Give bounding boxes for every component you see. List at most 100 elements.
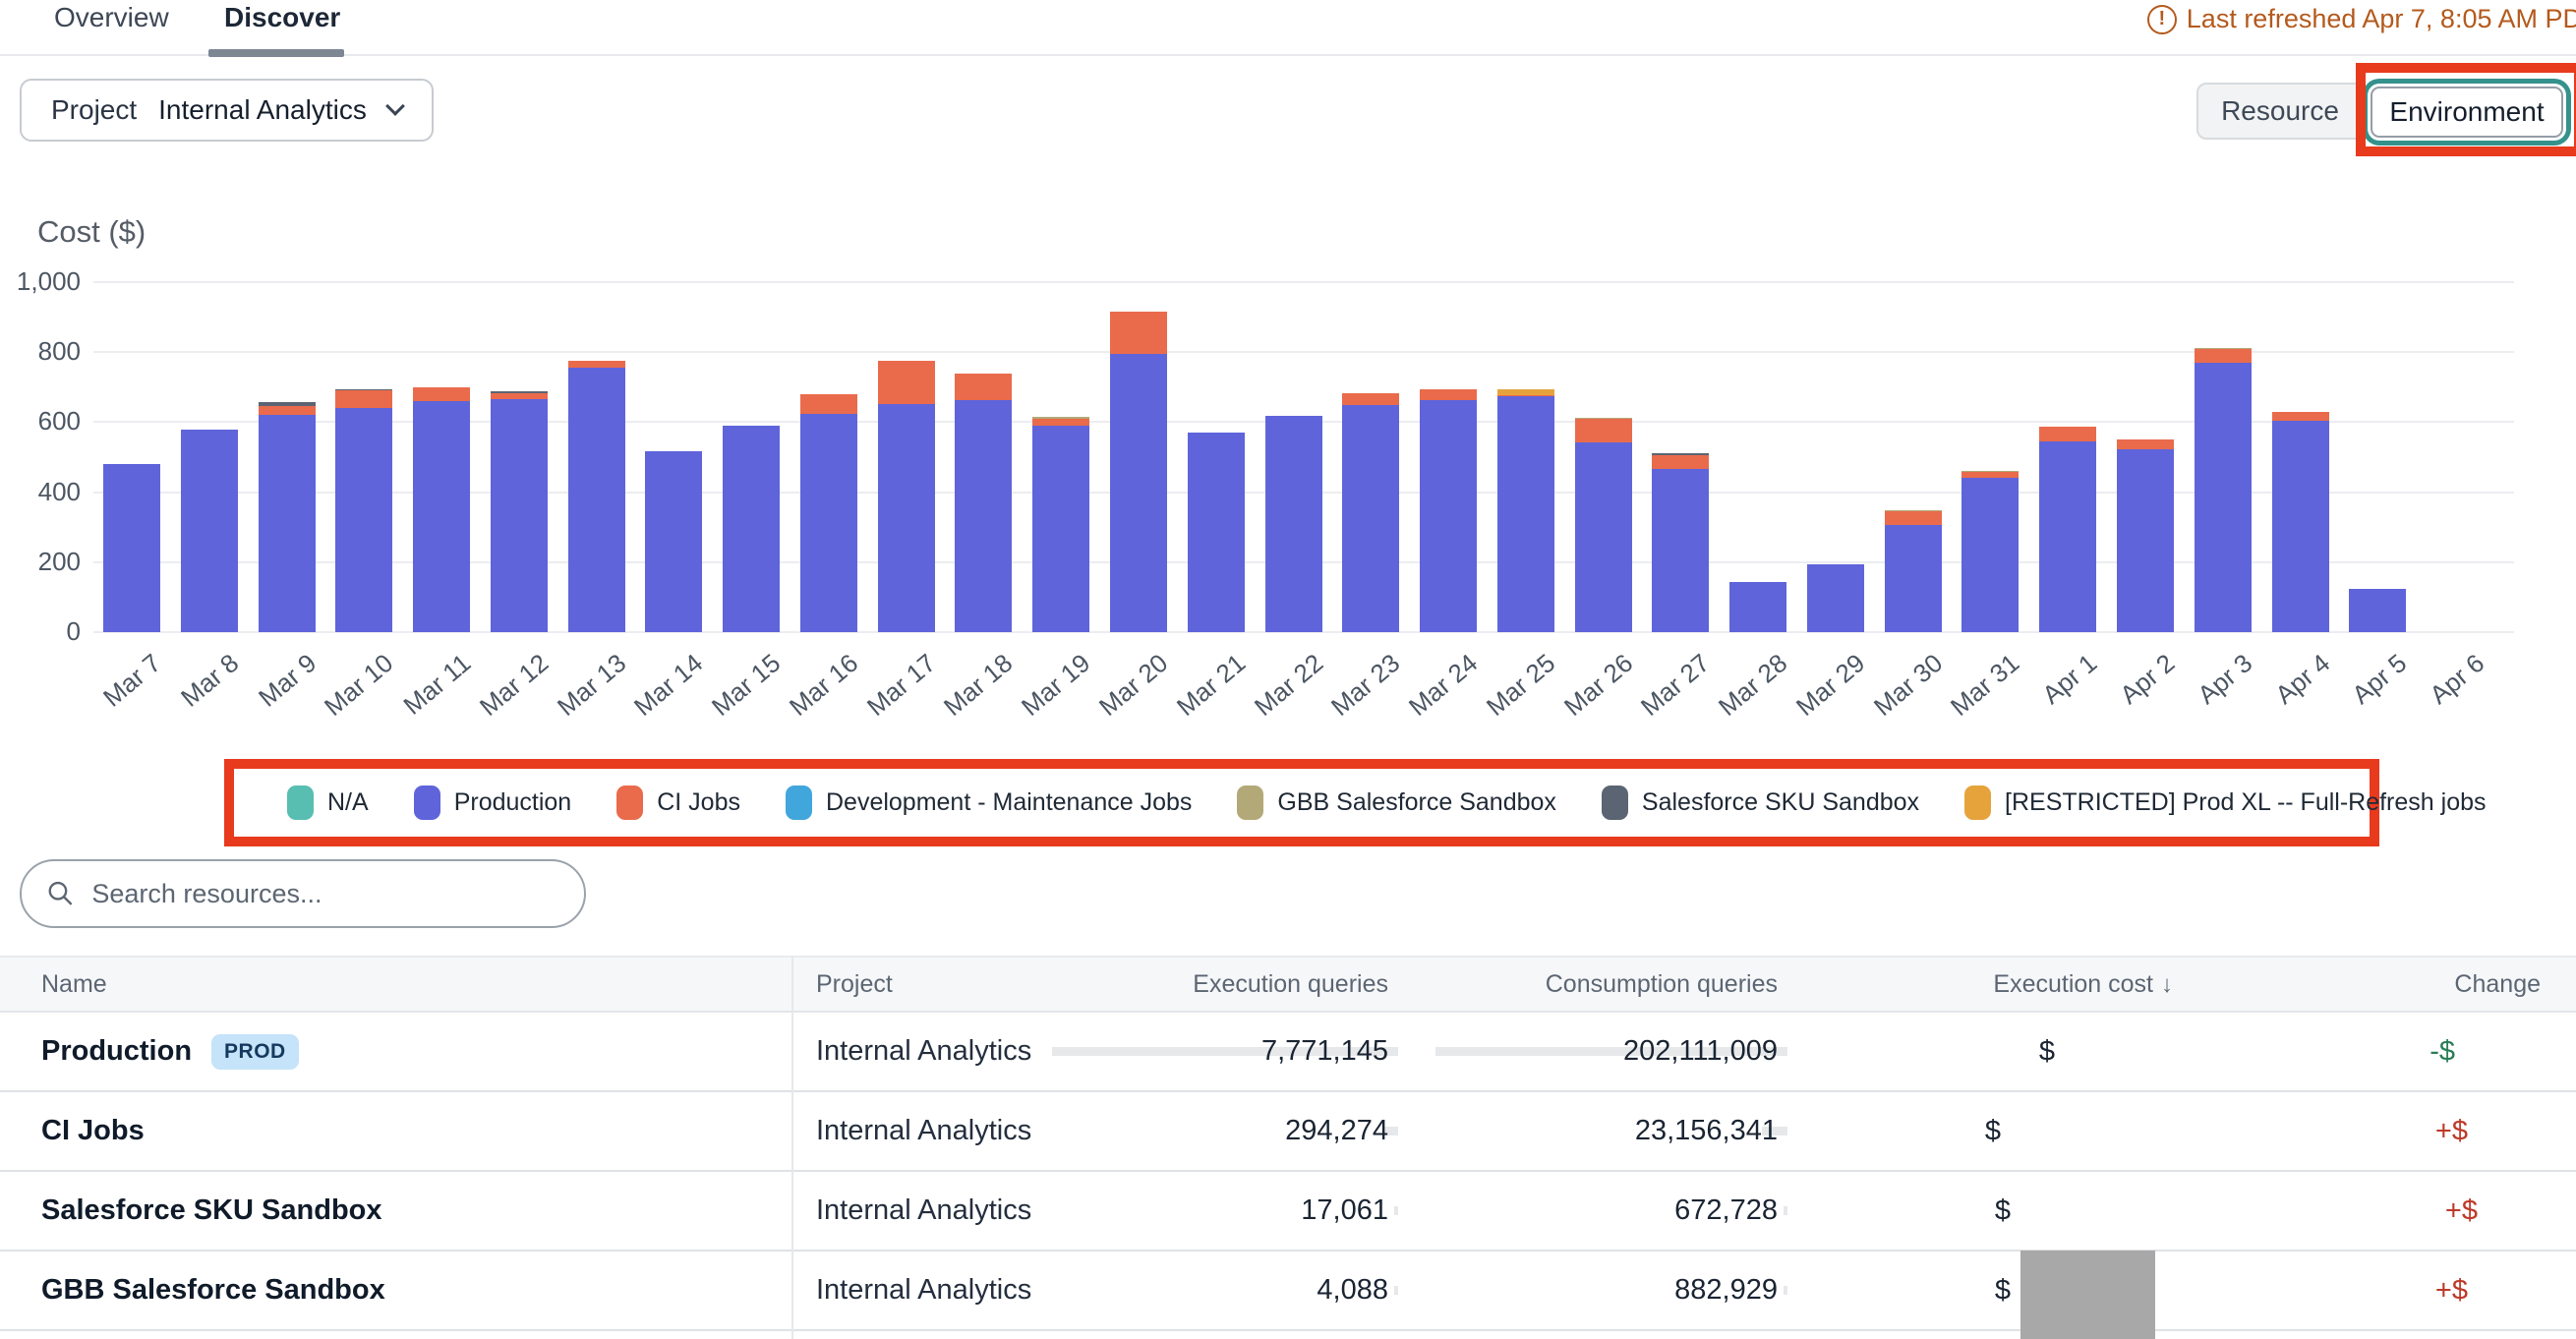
bar-apr-3[interactable] (2195, 348, 2252, 632)
bar-mar-23[interactable] (1342, 393, 1399, 632)
bar-mar-14[interactable] (645, 451, 702, 632)
bar-mar-21[interactable] (1188, 433, 1245, 632)
legend-label: GBB Salesforce Sandbox (1277, 788, 1556, 817)
bar-mar-24[interactable] (1420, 389, 1477, 632)
chevron-down-icon (385, 96, 405, 116)
table-column-divider (791, 956, 793, 1339)
resource-name[interactable]: Salesforce SKU Sandbox (41, 1194, 382, 1227)
bar-mar-22[interactable] (1265, 416, 1322, 632)
bar-mar-8[interactable] (181, 430, 238, 632)
chart-legend: N/A Production CI Jobs Development - Mainte… (287, 759, 2352, 846)
bar-segment (2117, 449, 2174, 632)
col-header-consumption-queries[interactable]: Consumption queries (1406, 970, 1791, 999)
search-input[interactable] (91, 879, 558, 909)
bar-segment (568, 361, 625, 368)
project-filter-dropdown[interactable]: Project Internal Analytics (20, 79, 434, 142)
bar-mar-19[interactable] (1032, 417, 1089, 632)
table-row-ci-jobs[interactable]: CI Jobs Internal Analytics 294,274 23,15… (0, 1092, 2576, 1172)
bar-mar-28[interactable] (1729, 582, 1786, 632)
bar-segment (413, 387, 470, 401)
sort-desc-icon[interactable]: ↓ (2161, 971, 2173, 998)
bar-mar-27[interactable] (1652, 453, 1709, 632)
execution-cost-currency: $ (1985, 1115, 2001, 1147)
toggle-resource-button[interactable]: Resource (2196, 83, 2364, 140)
col-header-change[interactable]: Change (2271, 970, 2576, 999)
bar-mar-7[interactable] (103, 464, 160, 632)
bar-apr-5[interactable] (2349, 589, 2406, 632)
execution-cost-currency: $ (1995, 1274, 2011, 1307)
x-tick-label: Mar 13 (552, 648, 632, 723)
bar-apr-2[interactable] (2117, 439, 2174, 632)
bar-mar-13[interactable] (568, 361, 625, 632)
x-tick-label: Apr 5 (2347, 648, 2414, 711)
legend-item[interactable]: [RESTRICTED] Prod XL -- Full-Refresh job… (1964, 786, 2486, 820)
bar-mar-12[interactable] (491, 391, 548, 632)
legend-item[interactable]: Salesforce SKU Sandbox (1602, 786, 1919, 820)
x-tick-label: Mar 25 (1481, 648, 1561, 723)
bar-segment (1032, 419, 1089, 426)
tab-discover[interactable]: Discover (224, 2, 340, 33)
bar-segment (1188, 433, 1245, 632)
col-header-execution-cost[interactable]: Execution cost↓ (1791, 970, 2271, 999)
legend-swatch-icon (616, 786, 643, 820)
x-tick-label: Mar 20 (1093, 648, 1174, 723)
legend-swatch-icon (1237, 786, 1263, 820)
table-row-gbb-salesforce-sandbox[interactable]: GBB Salesforce Sandbox Internal Analytic… (0, 1252, 2576, 1331)
bar-mar-18[interactable] (955, 374, 1012, 632)
table-row-salesforce-sku-sandbox[interactable]: Salesforce SKU Sandbox Internal Analytic… (0, 1172, 2576, 1252)
bar-mar-31[interactable] (1961, 471, 2019, 632)
bar-mar-9[interactable] (259, 402, 316, 632)
legend-label: CI Jobs (657, 788, 740, 817)
col-header-execution-queries[interactable]: Execution queries (1160, 970, 1406, 999)
x-tick-label: Apr 3 (2192, 648, 2258, 711)
x-tick-label: Mar 9 (253, 648, 322, 713)
legend-item[interactable]: N/A (287, 786, 369, 820)
bar-segment (2039, 427, 2096, 441)
legend-swatch-icon (287, 786, 314, 820)
resource-name[interactable]: CI Jobs (41, 1115, 145, 1147)
bar-mar-17[interactable] (878, 361, 935, 632)
bar-segment (259, 415, 316, 632)
bar-mar-26[interactable] (1575, 418, 1632, 632)
table-row-production[interactable]: Production PROD Internal Analytics 7,771… (0, 1013, 2576, 1092)
gridline (93, 281, 2514, 283)
y-tick-label: 600 (0, 406, 81, 437)
search-resources-box[interactable] (20, 859, 586, 928)
project-filter-label: Project (51, 94, 137, 126)
y-tick-label: 0 (0, 616, 81, 647)
bar-segment (2272, 421, 2329, 632)
bar-mar-20[interactable] (1110, 312, 1167, 632)
bar-segment (103, 464, 160, 632)
legend-item[interactable]: Development - Maintenance Jobs (786, 786, 1192, 820)
toggle-environment-button[interactable]: Environment (2371, 87, 2563, 138)
bar-mar-25[interactable] (1497, 389, 1554, 632)
bar-segment (1110, 312, 1167, 354)
legend-item[interactable]: Production (414, 786, 572, 820)
bar-mar-11[interactable] (413, 387, 470, 632)
legend-item[interactable]: CI Jobs (616, 786, 740, 820)
resource-name[interactable]: GBB Salesforce Sandbox (41, 1274, 385, 1307)
bar-mar-15[interactable] (723, 426, 780, 632)
execution-queries-value: 294,274 (1285, 1115, 1388, 1146)
consumption-queries-value: 882,929 (1674, 1274, 1778, 1306)
col-header-name[interactable]: Name (0, 970, 791, 999)
resource-project: Internal Analytics (791, 1194, 1160, 1227)
tab-overview[interactable]: Overview (54, 2, 169, 33)
bar-segment (1652, 469, 1709, 632)
col-header-project[interactable]: Project (791, 970, 1160, 999)
x-tick-label: Mar 29 (1790, 648, 1871, 723)
redaction-box (2020, 1251, 2155, 1339)
bar-apr-1[interactable] (2039, 427, 2096, 632)
bar-apr-4[interactable] (2272, 412, 2329, 632)
legend-item[interactable]: GBB Salesforce Sandbox (1237, 786, 1556, 820)
bar-mar-29[interactable] (1807, 564, 1864, 632)
legend-swatch-icon (414, 786, 440, 820)
bar-mar-10[interactable] (335, 389, 392, 632)
bar-mar-16[interactable] (800, 394, 857, 632)
bar-mar-30[interactable] (1885, 510, 1942, 632)
heat-bar (1394, 1206, 1398, 1215)
resource-name[interactable]: Production (41, 1035, 192, 1068)
bar-segment (955, 400, 1012, 632)
bar-segment (2349, 589, 2406, 632)
x-tick-label: Mar 16 (784, 648, 864, 723)
